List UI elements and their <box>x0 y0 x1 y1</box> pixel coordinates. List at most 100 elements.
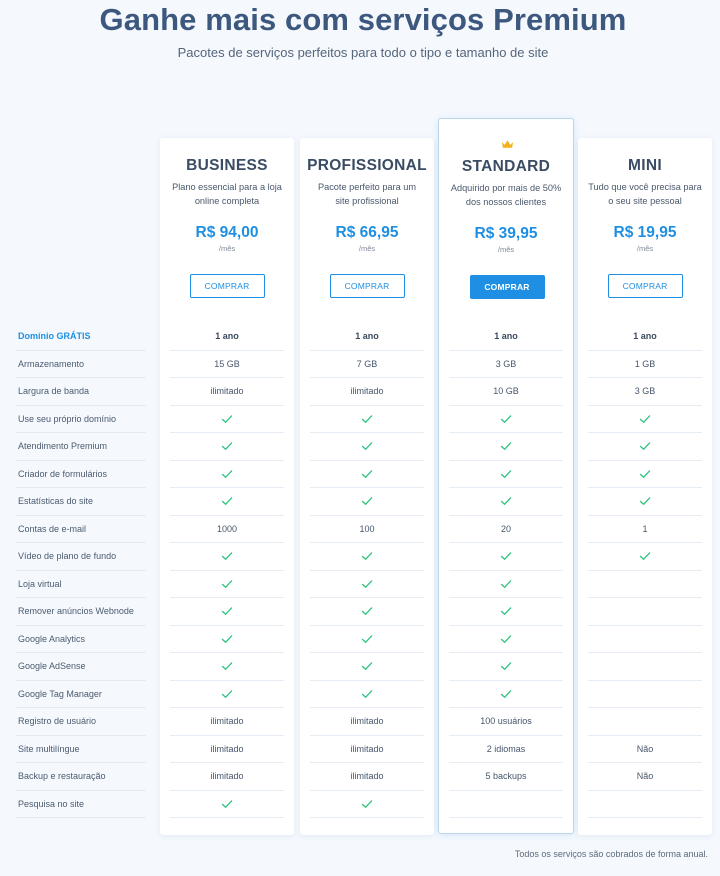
row-divider <box>16 459 146 461</box>
cell-divider <box>449 487 563 488</box>
cell-divider <box>170 487 284 488</box>
cell-divider <box>588 734 702 736</box>
plan-name: MINI <box>628 157 662 174</box>
cell-divider <box>449 652 563 653</box>
feature-value: 1 ano <box>215 331 239 341</box>
cell-divider <box>170 789 284 791</box>
check-icon <box>500 414 512 423</box>
plan-period: /mês <box>636 244 654 253</box>
row-divider <box>16 624 146 626</box>
feature-value: 5 backups <box>485 771 527 781</box>
plan-name: BUSINESS <box>186 157 268 174</box>
check-icon <box>361 497 373 505</box>
feature-label: Registro de usuário <box>18 716 97 726</box>
cell-divider <box>449 542 563 543</box>
cell-divider <box>170 542 284 543</box>
cell-divider <box>449 569 563 571</box>
feature-value: ilimitado <box>210 771 244 781</box>
cell-divider <box>310 707 424 708</box>
check-icon <box>221 469 233 478</box>
row-divider <box>16 514 146 516</box>
feature-value: 2 idiomas <box>486 743 526 754</box>
feature-label: Pesquisa no site <box>18 798 85 809</box>
row-divider <box>16 679 146 681</box>
cell-divider <box>170 377 284 378</box>
cell-divider <box>310 734 424 736</box>
plan-description: Adquirido por mais de 50% dos nossos cli… <box>450 183 562 207</box>
plan-period: /mês <box>497 245 515 254</box>
cell-divider <box>310 459 424 461</box>
cell-divider <box>170 624 284 626</box>
feature-value: 1 ano <box>633 331 657 341</box>
cell-divider <box>310 789 424 791</box>
cell-divider <box>449 762 563 763</box>
cell-divider <box>310 624 424 626</box>
feature-value: 15 GB <box>214 358 240 369</box>
check-icon <box>500 497 512 505</box>
plan-price: R$ 94,00 <box>195 224 259 241</box>
cell-divider <box>449 789 563 791</box>
cell-divider <box>588 597 702 598</box>
cell-divider <box>588 487 702 488</box>
feature-value: ilimitado <box>350 743 384 754</box>
cell-divider <box>310 432 424 433</box>
feature-value: ilimitado <box>210 386 244 396</box>
row-divider <box>16 487 146 488</box>
plan-price: R$ 19,95 <box>613 224 677 241</box>
cell-divider <box>588 349 702 351</box>
cell-divider <box>310 404 424 406</box>
cell-divider <box>170 817 284 818</box>
hero-subtitle: Pacotes de serviços perfeitos para todo … <box>177 45 549 60</box>
check-icon <box>361 469 373 478</box>
feature-value: ilimitado <box>350 386 384 396</box>
feature-value: 3 GB <box>495 358 517 369</box>
feature-label: Criador de formulários <box>18 468 108 479</box>
feature-value: ilimitado <box>350 716 384 726</box>
cell-divider <box>310 514 424 516</box>
buy-button-mini[interactable]: COMPRAR <box>607 274 683 298</box>
cell-divider <box>170 597 284 598</box>
check-icon <box>639 497 651 505</box>
cell-divider <box>449 459 563 461</box>
row-divider <box>16 707 146 708</box>
check-icon <box>500 689 512 698</box>
check-icon <box>500 552 512 560</box>
cell-divider <box>449 734 563 736</box>
cell-divider <box>588 789 702 791</box>
feature-value: 1 ano <box>355 331 379 341</box>
row-divider <box>16 404 146 406</box>
hero-title: Ganhe mais com serviços Premium <box>99 2 627 37</box>
check-icon <box>361 552 373 560</box>
cell-divider <box>588 679 702 681</box>
cell-divider <box>310 487 424 488</box>
buy-button-business[interactable]: COMPRAR <box>189 274 265 298</box>
check-icon <box>361 634 373 643</box>
feature-label: Vídeo de plano de fundo <box>18 551 117 561</box>
check-icon <box>361 579 373 588</box>
cell-divider <box>588 707 702 708</box>
buy-button-profissional[interactable]: COMPRAR <box>329 274 405 298</box>
cell-divider <box>588 514 702 516</box>
feature-value: 1 GB <box>634 358 656 369</box>
feature-value: ilimitado <box>350 771 384 781</box>
plan-description: Plano essencial para a loja online compl… <box>172 182 282 206</box>
feature-label: Largura de banda <box>18 386 90 396</box>
buy-button-standard[interactable]: COMPRAR <box>469 275 545 299</box>
check-icon <box>361 607 373 615</box>
row-divider <box>16 542 146 543</box>
check-icon <box>361 414 373 423</box>
row-divider <box>16 349 146 351</box>
cell-divider <box>170 459 284 461</box>
cell-divider <box>588 432 702 433</box>
feature-label: Google Analytics <box>18 633 86 644</box>
check-icon <box>500 469 512 478</box>
cell-divider <box>449 377 563 378</box>
check-icon <box>221 442 233 450</box>
cell-divider <box>310 377 424 378</box>
row-divider <box>16 377 146 378</box>
row-divider <box>16 597 146 598</box>
feature-label: Remover anúncios Webnode <box>18 606 134 616</box>
cell-divider <box>310 542 424 543</box>
feature-value: Não <box>636 771 654 781</box>
billing-footnote: Todos os serviços são cobrados de forma … <box>514 849 708 859</box>
